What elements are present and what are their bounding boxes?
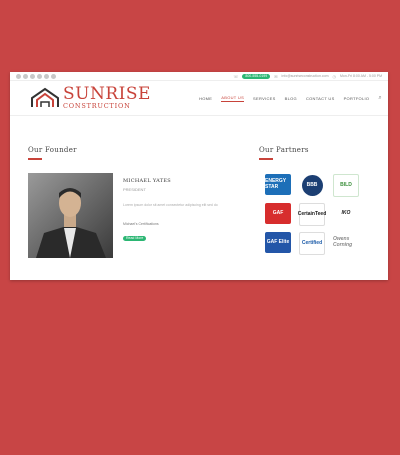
house-logo-icon <box>31 87 59 107</box>
nav-about-us[interactable]: ABOUT US <box>221 95 245 102</box>
contact-info: ☏ 800-555-0199 ✉ info@sunriseconstructio… <box>233 73 382 79</box>
logo-text: SUNRISE CONSTRUCTION <box>63 86 151 110</box>
nav-services[interactable]: SERVICES <box>253 96 276 101</box>
site-header: SUNRISE CONSTRUCTION HOME ABOUT US SERVI… <box>10 81 388 116</box>
nav-home[interactable]: HOME <box>199 96 212 101</box>
founder-portrait-image <box>28 172 113 258</box>
facebook-icon[interactable] <box>16 73 21 79</box>
partners-heading: Our Partners <box>259 146 309 154</box>
website-screenshot: ☏ 800-555-0199 ✉ info@sunriseconstructio… <box>10 72 388 280</box>
pinterest-icon[interactable] <box>44 73 49 79</box>
founder-info: MICHAEL YATES PRESIDENT Lorem ipsum dolo… <box>123 173 241 258</box>
founder-heading: Our Founder <box>28 146 77 154</box>
founder-section: Our Founder MICHAEL YATES PRESIDENT Lore… <box>28 116 259 258</box>
founder-role: PRESIDENT <box>123 186 146 192</box>
email-link[interactable]: info@sunriseconstruction.com <box>282 74 329 78</box>
partner-logo-gaf-elite: GAF Elite <box>265 231 291 253</box>
partner-logo-owens-corning: Owens Corning <box>333 231 359 253</box>
partner-logo-bild: BILD <box>333 173 359 197</box>
partner-logo-certified: Certified <box>299 231 325 255</box>
partner-logo-certainteed: CertainTeed <box>298 202 326 226</box>
brand-name: SUNRISE <box>63 84 151 105</box>
instagram-icon[interactable] <box>51 73 56 79</box>
partner-logos: ENERGY STAR BBB BILD GAF CertainTeed IKO… <box>265 173 378 255</box>
youtube-icon[interactable] <box>30 73 35 79</box>
partner-logo-energy-star: ENERGY STAR <box>265 173 291 195</box>
clock-icon: ◷ <box>332 73 336 79</box>
email-icon: ✉ <box>274 73 278 79</box>
heading-underline <box>28 158 42 160</box>
social-links <box>16 73 56 79</box>
search-icon[interactable]: ⌕ <box>378 95 382 102</box>
founder-name: MICHAEL YATES <box>123 177 172 184</box>
top-bar: ☏ 800-555-0199 ✉ info@sunriseconstructio… <box>10 72 388 81</box>
partners-heading-underline <box>259 158 273 160</box>
founder-description: Lorem ipsum dolor sit amet consectetur a… <box>123 202 218 207</box>
founder-card: MICHAEL YATES PRESIDENT Lorem ipsum dolo… <box>28 172 259 258</box>
main-nav: HOME ABOUT US SERVICES BLOG CONTACT US P… <box>199 95 382 102</box>
partner-logo-bbb: BBB <box>301 174 323 196</box>
nav-blog[interactable]: BLOG <box>285 96 297 101</box>
partner-logo-iko: IKO <box>333 202 359 224</box>
hours-text: Mon-Fri 8:00 AM - 5:00 PM <box>339 74 382 78</box>
phone-pill[interactable]: 800-555-0199 <box>242 73 271 79</box>
nav-portfolio[interactable]: PORTFOLIO <box>344 96 370 101</box>
read-more-button[interactable]: Read More <box>123 235 147 241</box>
brand-tagline: CONSTRUCTION <box>63 102 131 111</box>
twitter-icon[interactable] <box>23 73 28 79</box>
founder-more-label: Michael's Certifications <box>123 221 159 226</box>
site-logo[interactable]: SUNRISE CONSTRUCTION <box>30 86 151 110</box>
founder-photo <box>28 172 113 258</box>
main-content: Our Founder MICHAEL YATES PRESIDENT Lore… <box>10 116 388 258</box>
nav-contact-us[interactable]: CONTACT US <box>306 96 335 101</box>
partners-section: Our Partners ENERGY STAR BBB BILD GAF Ce… <box>259 116 378 258</box>
linkedin-icon[interactable] <box>37 73 42 79</box>
partner-logo-gaf: GAF <box>265 202 291 224</box>
phone-icon: ☏ <box>233 73 239 79</box>
